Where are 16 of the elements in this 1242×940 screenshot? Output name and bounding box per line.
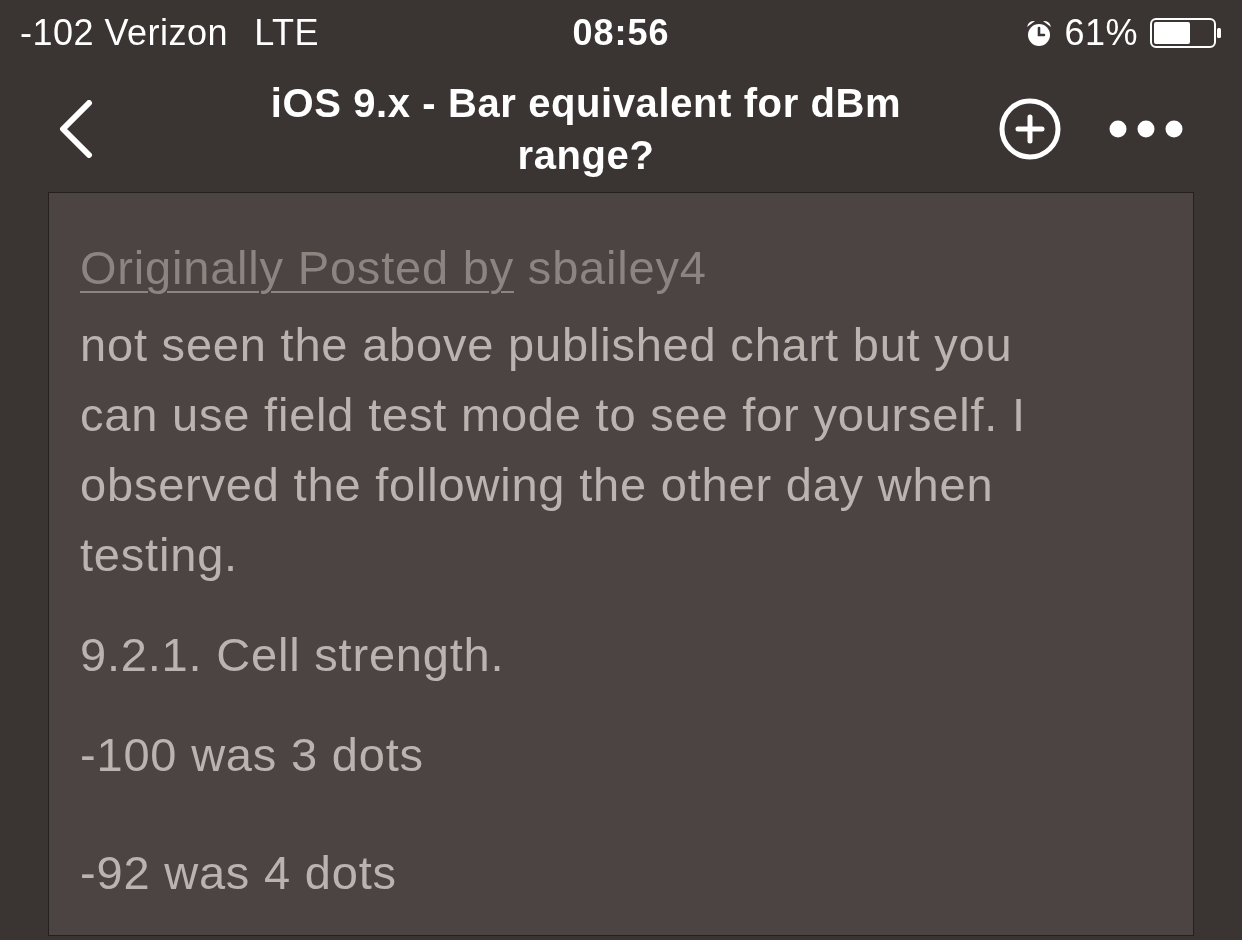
plus-circle-icon	[999, 97, 1061, 160]
battery-icon	[1150, 17, 1222, 48]
back-chevron-icon	[57, 99, 93, 158]
network-type-text: LTE	[254, 10, 319, 55]
battery-percent: 61%	[1064, 10, 1138, 55]
quote-text: -100 was 3 dots	[80, 727, 425, 783]
quote-author: sbailey4	[527, 241, 707, 294]
status-time: 08:56	[572, 10, 670, 55]
quote-text: not seen the above published chart but you can use field test mode to see for yourself. I observed the following the other day when testing.	[80, 317, 1027, 583]
thread-title: iOS 9.x - Bar equivalent for dBm range?	[269, 79, 903, 179]
more-dots-icon	[1109, 119, 1183, 138]
quote-text: 9.2.1. Cell strength.	[80, 627, 506, 683]
originally-posted-link[interactable]: Originally Posted by	[80, 241, 514, 294]
add-button[interactable]	[998, 96, 1062, 161]
carrier-signal-text: -102 Verizon	[20, 10, 229, 55]
quote-text: -92 was 4 dots	[80, 845, 398, 901]
